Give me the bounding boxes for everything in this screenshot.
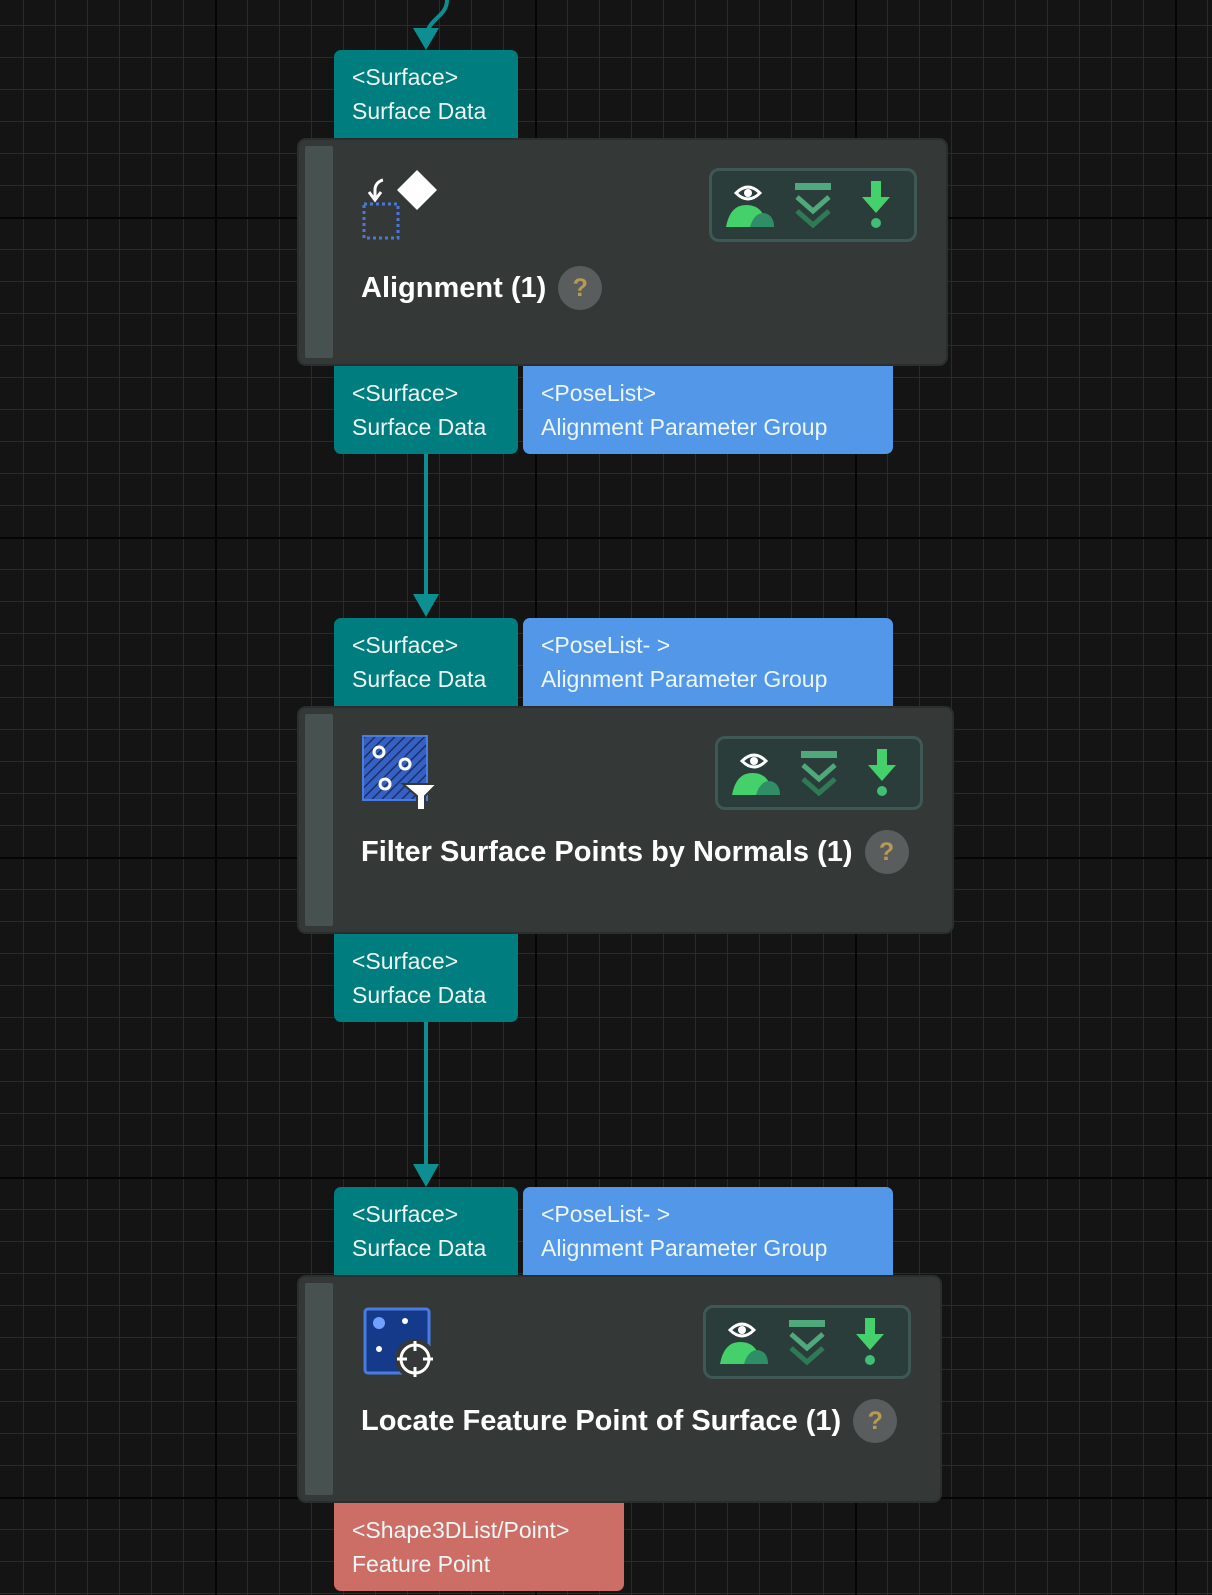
collapse-ports-icon	[800, 751, 837, 797]
visualize-output-icon	[731, 753, 780, 795]
visualize-output-icon	[725, 185, 774, 227]
output-port-alignment-parameter-group[interactable]: <PoseList> Alignment Parameter Group	[523, 366, 893, 454]
connection-alignment-to-filter[interactable]	[413, 453, 439, 617]
input-port-alignment-parameter-group[interactable]: <PoseList- > Alignment Parameter Group	[523, 1187, 893, 1275]
port-type: <PoseList- >	[541, 1201, 671, 1227]
node-drag-handle[interactable]	[305, 1283, 333, 1495]
step-node-alignment[interactable]: Alignment (1) ?	[297, 138, 948, 366]
port-label: Surface Data	[352, 666, 487, 692]
node-title-text: Filter Surface Points by Normals (1)	[361, 835, 853, 868]
collapse-ports-icon	[788, 1320, 825, 1366]
node-title: Filter Surface Points by Normals (1) ?	[361, 830, 909, 874]
port-type: <Surface>	[352, 632, 459, 658]
port-type: <Surface>	[352, 380, 459, 406]
port-type: <Surface>	[352, 1201, 459, 1227]
help-button[interactable]: ?	[558, 266, 603, 310]
node-title-text: Alignment (1)	[361, 271, 547, 304]
alignment-icon	[362, 170, 437, 240]
port-label: Surface Data	[352, 1235, 487, 1261]
input-port-alignment-parameter-group[interactable]: <PoseList- > Alignment Parameter Group	[523, 618, 893, 706]
step-node-filter-surface-points[interactable]: Filter Surface Points by Normals (1) ?	[297, 706, 954, 934]
visualize-output-button[interactable]	[730, 747, 782, 799]
output-port-surface-data[interactable]: <Surface> Surface Data	[334, 934, 518, 1022]
node-drag-handle[interactable]	[305, 146, 333, 358]
port-label: Alignment Parameter Group	[541, 414, 828, 440]
download-debug-button[interactable]	[850, 179, 902, 231]
port-type: <Shape3DList/Point>	[352, 1517, 570, 1543]
port-label: Feature Point	[352, 1551, 491, 1577]
visualize-output-button[interactable]	[724, 179, 776, 231]
node-title-text: Locate Feature Point of Surface (1)	[361, 1404, 842, 1437]
step-node-locate-feature-point[interactable]: Locate Feature Point of Surface (1) ?	[297, 1275, 942, 1503]
port-type: <PoseList- >	[541, 632, 671, 658]
help-button[interactable]: ?	[853, 1399, 898, 1443]
port-label: Surface Data	[352, 414, 487, 440]
help-icon: ?	[867, 1406, 883, 1435]
output-port-feature-point[interactable]: <Shape3DList/Point> Feature Point	[334, 1503, 624, 1591]
input-port-surface-data[interactable]: <Surface> Surface Data	[334, 50, 518, 138]
help-icon: ?	[572, 273, 588, 302]
collapse-ports-button[interactable]	[787, 179, 839, 231]
connection-filter-to-locate[interactable]	[413, 1020, 439, 1187]
input-port-surface-data[interactable]: <Surface> Surface Data	[334, 1187, 518, 1275]
node-title: Alignment (1) ?	[361, 266, 603, 310]
node-toolbar	[715, 736, 923, 810]
locate-feature-point-icon	[363, 1307, 435, 1379]
port-label: Surface Data	[352, 982, 487, 1008]
port-label: Alignment Parameter Group	[541, 666, 828, 692]
port-type: <Surface>	[352, 948, 459, 974]
input-port-surface-data[interactable]: <Surface> Surface Data	[334, 618, 518, 706]
download-debug-icon	[862, 181, 891, 228]
collapse-ports-icon	[794, 183, 831, 229]
filter-surface-points-icon	[362, 735, 439, 811]
node-toolbar	[703, 1305, 911, 1379]
download-debug-icon	[868, 749, 897, 796]
port-type: <Surface>	[352, 64, 459, 90]
download-debug-icon	[856, 1318, 885, 1365]
graph-canvas[interactable]: <Surface> Surface Data Alignment (1) ? <…	[0, 0, 1212, 1595]
collapse-ports-button[interactable]	[793, 747, 845, 799]
visualize-output-button[interactable]	[718, 1316, 770, 1368]
help-icon: ?	[878, 837, 895, 866]
visualize-output-icon	[719, 1322, 768, 1364]
help-button[interactable]: ?	[864, 830, 909, 874]
output-port-surface-data[interactable]: <Surface> Surface Data	[334, 366, 518, 454]
port-label: Surface Data	[352, 98, 487, 124]
download-debug-button[interactable]	[856, 747, 908, 799]
port-type: <PoseList>	[541, 380, 657, 406]
node-title: Locate Feature Point of Surface (1) ?	[361, 1399, 898, 1443]
node-drag-handle[interactable]	[305, 714, 333, 926]
port-label: Alignment Parameter Group	[541, 1235, 828, 1261]
node-toolbar	[709, 168, 917, 242]
connection-incoming[interactable]	[413, 0, 449, 50]
collapse-ports-button[interactable]	[781, 1316, 833, 1368]
download-debug-button[interactable]	[844, 1316, 896, 1368]
